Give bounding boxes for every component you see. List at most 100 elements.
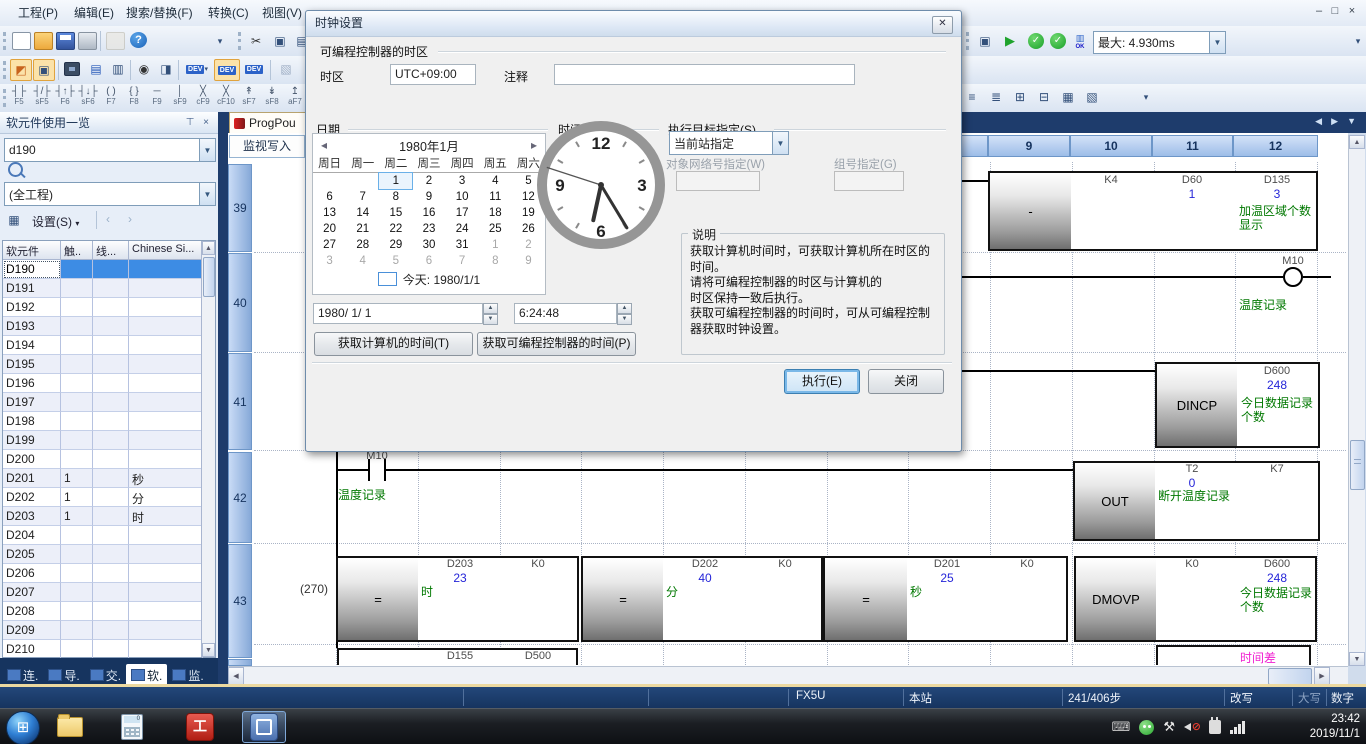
align-tool-icon-5[interactable]: ▧ <box>1082 87 1102 107</box>
table-row[interactable]: D195 <box>3 355 215 374</box>
get-plc-time-button[interactable]: 获取可编程控制器的时间(P) <box>477 332 636 356</box>
ladder-key-cF10[interactable]: ╳cF10 <box>215 86 237 110</box>
calendar-day[interactable]: 7 <box>346 189 379 205</box>
device-ok-icon[interactable]: ▥ OK <box>1070 31 1090 51</box>
ladder-key-F6[interactable]: ┤↑├F6 <box>54 86 76 110</box>
calendar-day[interactable]: 8 <box>479 253 512 269</box>
device-name-combo[interactable]: d190 ▼ <box>4 138 216 162</box>
ladder-key-F7[interactable]: ( )F7 <box>100 86 122 110</box>
start-button[interactable]: ⊞ <box>6 711 40 744</box>
chevron-down-icon[interactable]: ▼ <box>199 183 215 205</box>
calendar-today-row[interactable]: 今天: 1980/1/1 <box>313 269 545 289</box>
screen-display-icon[interactable]: ▣ <box>33 59 55 81</box>
calendar-day[interactable]: 29 <box>379 237 412 253</box>
splitter[interactable] <box>218 112 228 686</box>
calendar-day[interactable]: 7 <box>446 253 479 269</box>
scroll-down-icon[interactable]: ▼ <box>202 643 215 657</box>
next-icon[interactable]: › <box>128 212 132 226</box>
ladder-key-sF7[interactable]: ↟sF7 <box>238 86 260 110</box>
toolbar-overflow-icon[interactable]: ▾ <box>1348 31 1366 51</box>
table-row[interactable]: D2011秒 <box>3 469 215 488</box>
calendar-day[interactable]: 4 <box>479 173 512 189</box>
module-config-icon[interactable] <box>62 59 82 79</box>
calendar-day[interactable]: 28 <box>346 237 379 253</box>
panel-tab-3[interactable]: 软. <box>126 664 167 686</box>
spin-up-icon[interactable]: ▲ <box>617 303 632 314</box>
ladder-key-F9[interactable]: ─F9 <box>146 86 168 110</box>
ladder-key-sF8[interactable]: ↡sF8 <box>261 86 283 110</box>
calendar-day[interactable]: 30 <box>412 237 445 253</box>
calendar-day[interactable]: 20 <box>313 221 346 237</box>
help-icon[interactable]: ? <box>130 32 147 48</box>
calendar-day[interactable]: 13 <box>313 205 346 221</box>
col-comment[interactable]: Chinese Si... <box>129 241 203 259</box>
panel-tab-0[interactable]: 连. <box>2 664 43 686</box>
table-row[interactable]: D194 <box>3 336 215 355</box>
horizontal-scrollbar[interactable]: ◀ ▶ <box>228 666 1348 685</box>
menu-item-3[interactable]: 转换(C) <box>204 4 253 22</box>
close-dialog-button[interactable]: 关闭 <box>868 369 944 394</box>
calendar-month[interactable]: 1980年1月 <box>335 136 523 155</box>
calendar-day[interactable]: 3 <box>313 253 346 269</box>
close-button[interactable]: × <box>1345 5 1359 19</box>
pin-icon[interactable]: ⊤ <box>184 117 196 129</box>
ladder-key-sF6[interactable]: ┤↓├sF6 <box>77 86 99 110</box>
table-row[interactable]: D2031时 <box>3 507 215 526</box>
menu-item-2[interactable]: 搜索/替换(F) <box>122 4 197 22</box>
calendar-day[interactable]: 1 <box>379 173 412 189</box>
tz-input[interactable]: UTC+09:00 <box>390 64 476 85</box>
calendar-day[interactable]: 14 <box>346 205 379 221</box>
calendar-day[interactable]: 3 <box>446 173 479 189</box>
monitor-mode-icon[interactable]: ▣ <box>975 31 995 51</box>
options-icon[interactable]: ▧ <box>276 59 296 79</box>
calendar-day[interactable]: 18 <box>479 205 512 221</box>
calendar-day[interactable]: 11 <box>479 189 512 205</box>
calendar-day[interactable]: 15 <box>379 205 412 221</box>
dialog-title-bar[interactable]: 时钟设置 <box>306 11 961 37</box>
tab-scroll-right-icon[interactable]: ▶ <box>1331 116 1338 127</box>
minimize-button[interactable]: – <box>1312 5 1326 19</box>
calendar-day[interactable]: 6 <box>313 189 346 205</box>
calendar-day[interactable]: 31 <box>446 237 479 253</box>
prev-month-icon[interactable]: ◂ <box>313 138 335 152</box>
calendar-day[interactable] <box>313 173 346 189</box>
calendar-day[interactable]: 16 <box>412 205 445 221</box>
calendar-day[interactable]: 9 <box>412 189 445 205</box>
ladder-view-icon[interactable]: ▤ <box>86 59 106 79</box>
calendar-day[interactable]: 2 <box>412 173 445 189</box>
table-row[interactable]: D2021分 <box>3 488 215 507</box>
panel-title-bar[interactable]: 软元件使用一览 ⊤ × <box>0 112 218 134</box>
rung44-box2-partial[interactable] <box>1156 645 1311 665</box>
calendar-day[interactable]: 5 <box>379 253 412 269</box>
device-list-icon[interactable]: DEV <box>214 59 240 81</box>
device-table-scrollbar[interactable]: ▲ ▼ <box>201 241 215 657</box>
table-row[interactable]: D193 <box>3 317 215 336</box>
comment-input[interactable] <box>554 64 855 85</box>
toolbar-grip[interactable] <box>238 32 244 50</box>
ladder-key-F8[interactable]: { }F8 <box>123 86 145 110</box>
device-table-header[interactable]: 软元件 触.. 线... Chinese Si... <box>3 241 215 260</box>
get-pc-time-button[interactable]: 获取计算机的时间(T) <box>314 332 473 356</box>
project-tree-icon[interactable]: ◩ <box>10 59 32 81</box>
time-input[interactable]: 6:24:48 <box>514 303 617 324</box>
date-input[interactable]: 1980/ 1/ 1 <box>313 303 483 324</box>
table-row[interactable]: D204 <box>3 526 215 545</box>
scroll-left-icon[interactable]: ◀ <box>228 667 244 685</box>
align-tool-icon-4[interactable]: ▦ <box>1058 87 1078 107</box>
table-row[interactable]: D206 <box>3 564 215 583</box>
table-row[interactable]: D191 <box>3 279 215 298</box>
toolbar-grip[interactable] <box>966 32 972 50</box>
toolbar-grip[interactable] <box>3 32 9 50</box>
find-window-icon[interactable]: ◨ <box>156 59 176 79</box>
col-coil[interactable]: 线... <box>93 241 129 259</box>
scrollbar-thumb[interactable] <box>203 257 215 297</box>
toolbar-overflow-icon[interactable]: ▾ <box>1136 87 1156 107</box>
col-device[interactable]: 软元件 <box>3 241 61 259</box>
calendar-day[interactable]: 23 <box>412 221 445 237</box>
print-icon[interactable] <box>78 32 97 50</box>
scope-combo[interactable]: (全工程) ▼ <box>4 182 216 206</box>
vertical-scrollbar[interactable]: ▲ ▼ <box>1348 135 1365 666</box>
calendar-day[interactable]: 1 <box>479 237 512 253</box>
table-row[interactable]: D209 <box>3 621 215 640</box>
table-row[interactable]: D199 <box>3 431 215 450</box>
